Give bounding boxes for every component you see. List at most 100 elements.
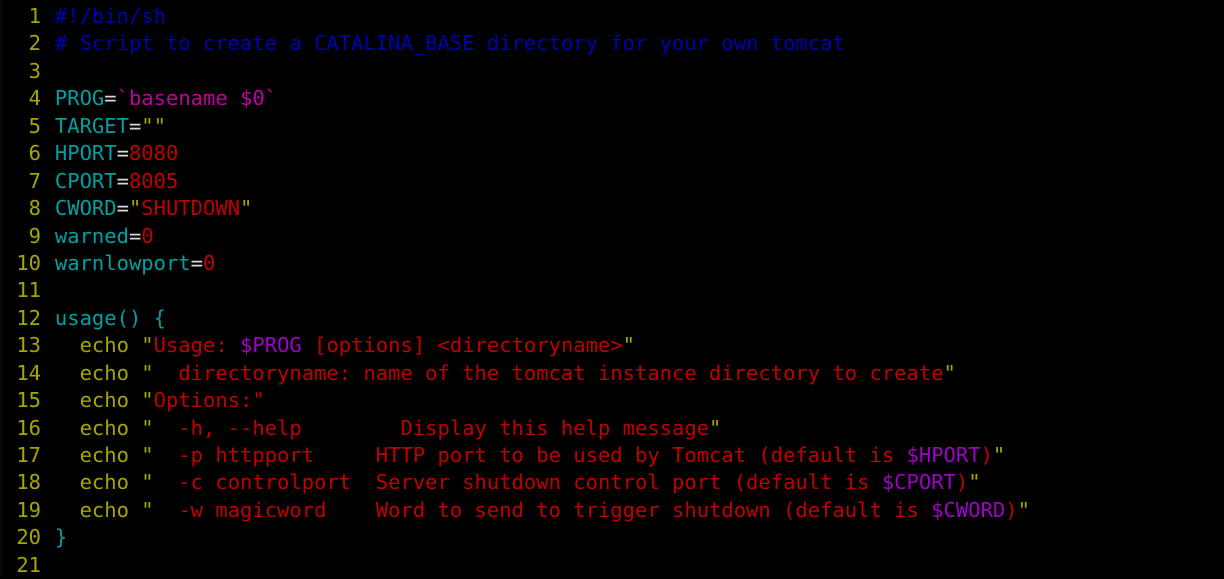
line-number: 9 [28,223,41,248]
code-token: " [141,333,154,358]
code-line-content[interactable]: #!/bin/sh [41,3,1224,30]
code-line-content[interactable]: PROG=`basename $0` [41,85,1224,112]
code-token: 8005 [128,168,179,193]
code-line-content[interactable]: CWORD="SHUTDOWN" [41,195,1224,222]
code-line[interactable]: 13 echo "Usage: $PROG [options] <directo… [0,332,1224,359]
line-number: 21 [16,552,41,577]
code-line[interactable]: 14 echo " directoryname: name of the tom… [0,360,1224,387]
code-line[interactable]: 20} [0,524,1224,551]
code-token: " [709,415,722,440]
code-line-content[interactable]: warned=0 [41,223,1224,250]
code-line[interactable]: 12 usage() { [0,305,1224,332]
line-number: 7 [28,168,41,193]
code-token: ) [955,470,969,495]
code-token: warned [54,223,129,248]
code-line-content[interactable]: echo " -c controlport Server shutdown co… [41,469,1224,496]
code-editor-view[interactable]: 1 #!/bin/sh 2 # Script to create a CATALINA… [0,0,1224,577]
code-line[interactable]: 4 PROG=`basename $0` [0,85,1224,112]
line-number: 20 [16,525,41,550]
code-line[interactable]: 21 [0,552,1224,579]
line-number: 4 [28,86,41,111]
code-token: " [141,443,154,467]
line-number: 1 [28,4,41,28]
code-token: = [116,196,129,221]
code-line[interactable]: 18 echo " -c controlport Server shutdown… [0,469,1224,496]
code-token: 0 [141,223,154,248]
code-token: { [153,305,166,330]
code-token: = [104,86,117,111]
code-token: " [992,443,1006,467]
code-token: = [116,168,129,193]
code-line-content[interactable]: # Script to create a CATALINA_BASE direc… [41,30,1224,57]
code-line[interactable]: 2 # Script to create a CATALINA_BASE dire… [0,30,1224,57]
code-line-content[interactable]: TARGET="" [41,113,1224,140]
line-number: 17 [16,443,41,467]
line-number: 11 [16,278,41,303]
line-number: 16 [16,415,41,440]
code-token: echo [79,470,129,495]
code-token: " [141,388,154,413]
code-token: ) [1005,497,1018,522]
code-line-content[interactable]: } [41,524,1224,551]
code-line[interactable]: 17 echo " -p httpport HTTP port to be us… [0,442,1224,469]
code-line[interactable]: 19 echo " -w magicword Word to send to t… [0,497,1224,524]
code-line[interactable]: 15 echo "Options:" [0,387,1224,414]
code-line-content[interactable]: echo " -w magicword Word to send to trig… [41,497,1224,524]
code-token: () [116,305,154,330]
code-token: " [943,360,956,385]
line-number: 12 [16,305,41,330]
code-token: " [622,333,636,358]
code-line[interactable]: 8 CWORD="SHUTDOWN" [0,195,1224,222]
code-token: ) [980,443,993,467]
code-line-content[interactable]: usage() { [41,305,1224,332]
code-token: echo [79,415,129,440]
code-line-content[interactable]: CPORT=8005 [41,168,1224,195]
code-token: HPORT [54,141,117,166]
code-line-content[interactable]: echo "Usage: $PROG [options] <directoryn… [41,332,1224,359]
code-token: = [128,113,142,138]
code-line[interactable]: 6 HPORT=8080 [0,140,1224,167]
code-line-content[interactable]: echo " -p httpport HTTP port to be used … [41,442,1224,469]
code-line[interactable]: 1 #!/bin/sh [0,3,1224,30]
code-token: -p httpport HTTP port to be used by Tomc… [153,443,907,467]
code-token: echo [79,388,129,413]
code-token: $PROG [240,333,302,358]
code-token: # Script to create a CATALINA_BASE direc… [54,31,845,56]
code-token: = [116,141,129,166]
code-line-content[interactable]: echo " directoryname: name of the tomcat… [41,360,1224,387]
code-token: SHUTDOWN [141,196,241,221]
code-line[interactable]: 9 warned=0 [0,223,1224,250]
code-line[interactable]: 5 TARGET="" [0,113,1224,140]
code-token: " [141,415,154,440]
code-line[interactable]: 16 echo " -h, --help Display this help m… [0,415,1224,442]
line-number: 15 [16,388,41,413]
code-token: echo [79,360,129,385]
code-line-content[interactable]: echo " -h, --help Display this help mess… [41,415,1224,442]
code-line-content[interactable]: echo "Options:" [41,387,1224,414]
code-token: usage [54,305,117,330]
line-number: 18 [16,470,41,495]
code-token: 8080 [128,141,179,166]
code-line[interactable]: 11 [0,277,1224,304]
code-line[interactable]: 3 [0,58,1224,85]
code-line[interactable]: 7 CPORT=8005 [0,168,1224,195]
code-line-content[interactable]: HPORT=8080 [41,140,1224,167]
code-token: echo [79,443,129,467]
line-number: 5 [28,113,41,138]
code-token: echo [79,333,129,358]
code-token: " [1017,497,1030,522]
code-token: $CWORD [931,497,1006,522]
code-line[interactable]: 10 warnlowport=0 [0,250,1224,277]
line-number: 10 [16,250,41,275]
code-token: TARGET [54,113,129,138]
code-line-content[interactable]: warnlowport=0 [41,250,1224,277]
